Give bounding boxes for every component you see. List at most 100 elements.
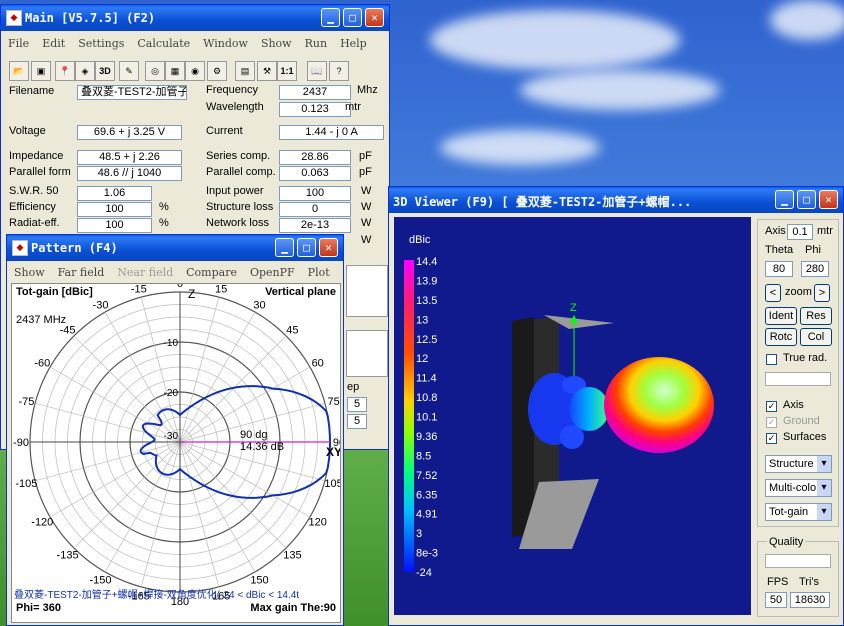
res-button[interactable]: Res	[800, 307, 832, 325]
gain-type-select[interactable]: Tot-gain	[765, 503, 832, 521]
help-button[interactable]: ?	[329, 61, 349, 81]
scale-button[interactable]: 1:1	[277, 61, 297, 81]
zoom-out-button[interactable]: <	[765, 284, 781, 302]
pattern-menu-compare[interactable]: Compare	[186, 266, 237, 279]
edit-button[interactable]: ✎	[119, 61, 139, 81]
series-comp-label: Series comp.	[206, 150, 271, 162]
main-menubar: File Edit Settings Calculate Window Show Run He…	[3, 35, 387, 53]
pattern-menu-show[interactable]: Show	[14, 266, 45, 279]
target-button[interactable]: ◉	[185, 61, 205, 81]
grid-spoke	[179, 311, 256, 443]
angle-tick-label: -105	[15, 478, 37, 490]
cube-icon: ◈	[81, 66, 89, 76]
pattern-title: Pattern (F4)	[31, 241, 118, 255]
pattern-menubar: Show Far field Near field Compare OpenPF Plot	[9, 264, 341, 282]
menu-edit[interactable]: Edit	[42, 37, 65, 50]
theta-field[interactable]: 80	[765, 261, 793, 277]
col-button[interactable]: Col	[800, 328, 832, 346]
ground-checkbox: ✓	[766, 417, 777, 428]
menu-settings[interactable]: Settings	[78, 37, 124, 50]
viewer-close-button[interactable]: ✕	[819, 190, 838, 209]
save-button[interactable]: ▣	[31, 61, 51, 81]
gear-button[interactable]: ⚙	[207, 61, 227, 81]
menu-show[interactable]: Show	[261, 37, 292, 50]
minimize-button[interactable]: ▁	[321, 8, 340, 27]
partial-field-1[interactable]: 5	[347, 397, 367, 412]
input-power-field[interactable]: 100	[279, 186, 351, 201]
filename-field[interactable]: 叠双菱-TEST2-加管子	[77, 85, 187, 100]
viewer-minimize-button[interactable]: ▁	[775, 190, 794, 209]
main-titlebar[interactable]: ◆ Main [V5.7.5] (F2) ▁ □ ✕	[1, 5, 389, 31]
grid-spoke	[104, 441, 181, 573]
quality-label: Quality	[767, 536, 806, 548]
mhz-unit: Mhz	[357, 84, 378, 96]
globe-button[interactable]: ◎	[145, 61, 165, 81]
color-scale-value: 13.5	[416, 295, 437, 307]
pin-icon: 📍	[59, 66, 71, 76]
axis-size-field[interactable]: 0.1	[787, 224, 813, 240]
angle-tick-label: -45	[60, 325, 76, 337]
structure-select[interactable]: Structure	[765, 455, 832, 473]
ring-label: -20	[164, 388, 179, 399]
color-mode-select[interactable]: Multi-colo	[765, 479, 832, 497]
close-button[interactable]: ✕	[365, 8, 384, 27]
true-rad-slider[interactable]	[765, 372, 831, 386]
quality-slider[interactable]	[765, 554, 831, 568]
footer-file-label: 叠双菱-TEST2-加管子+螺帽+焊接-双角度优化(-24 < dBic < 1…	[14, 590, 300, 601]
angle-tick-label: 150	[250, 575, 268, 587]
structure-loss-field: 0	[279, 202, 351, 217]
pin-button[interactable]: 📍	[55, 61, 75, 81]
theta-label: Theta	[765, 244, 794, 256]
pattern-window: ◆ Pattern (F4) ▁ □ ✕ Show Far field Near f…	[6, 234, 344, 626]
partial-field-2[interactable]: 5	[347, 414, 367, 429]
pattern-minimize-button[interactable]: ▁	[275, 238, 294, 257]
input-power-label: Input power	[206, 185, 264, 197]
menu-calculate[interactable]: Calculate	[137, 37, 190, 50]
pattern-app-icon: ◆	[12, 240, 28, 256]
efficiency-field: 100	[77, 202, 152, 217]
menu-window[interactable]: Window	[203, 37, 248, 50]
pattern-menu-far-field[interactable]: Far field	[58, 266, 105, 279]
true-rad-checkbox[interactable]	[766, 354, 777, 365]
calc-button[interactable]: ▤	[235, 61, 255, 81]
axis-checkbox[interactable]: ✓	[766, 401, 777, 412]
ident-button[interactable]: Ident	[765, 307, 797, 325]
grid-button[interactable]: ▦	[165, 61, 185, 81]
menu-run[interactable]: Run	[305, 37, 327, 50]
pattern-menu-plot[interactable]: Plot	[308, 266, 330, 279]
frequency-field[interactable]: 2437	[279, 85, 351, 100]
pattern-titlebar[interactable]: ◆ Pattern (F4) ▁ □ ✕	[7, 235, 343, 261]
rotc-button[interactable]: Rotc	[765, 328, 797, 346]
grid-spoke	[49, 441, 181, 518]
viewer-window: 3D Viewer (F9) [ 叠双菱-TEST2-加管子+螺帽... ▁ □…	[388, 186, 844, 626]
angle-tick-label: 120	[309, 517, 327, 529]
3d-button[interactable]: 3D	[95, 61, 115, 81]
pattern-close-button[interactable]: ✕	[319, 238, 338, 257]
pct-unit-2: %	[159, 217, 169, 229]
fps-field: 50	[765, 592, 787, 608]
menu-help[interactable]: Help	[340, 37, 367, 50]
mtr-unit: mtr	[345, 101, 361, 113]
angle-tick-label: 60	[312, 358, 324, 370]
network-loss-field: 2e-13	[279, 218, 351, 233]
open-button[interactable]: 📂	[9, 61, 29, 81]
viewer-titlebar[interactable]: 3D Viewer (F9) [ 叠双菱-TEST2-加管子+螺帽... ▁ □…	[389, 187, 843, 213]
cloud	[440, 130, 600, 165]
cube-button[interactable]: ◈	[75, 61, 95, 81]
book-button[interactable]: 📖	[307, 61, 327, 81]
axis-size-label: Axis	[765, 225, 786, 237]
phi-field[interactable]: 280	[801, 261, 829, 277]
tool-button[interactable]: ⚒	[257, 61, 277, 81]
viewer-canvas[interactable]: dBic 14.4 13.9 13.5 13 12.5 12 11.4 10.8 10.1 9.36…	[394, 217, 751, 615]
maximize-button[interactable]: □	[343, 8, 362, 27]
w-unit-3: W	[361, 217, 372, 229]
partial-step-label: ep	[347, 381, 360, 393]
pattern-menu-openpf[interactable]: OpenPF	[250, 266, 295, 279]
zoom-in-button[interactable]: >	[814, 284, 830, 302]
swr-field: 1.06	[77, 186, 152, 201]
viewer-maximize-button[interactable]: □	[797, 190, 816, 209]
menu-file[interactable]: File	[8, 37, 29, 50]
surfaces-checkbox[interactable]: ✓	[766, 433, 777, 444]
pattern-maximize-button[interactable]: □	[297, 238, 316, 257]
pf-unit-2: pF	[359, 166, 372, 178]
